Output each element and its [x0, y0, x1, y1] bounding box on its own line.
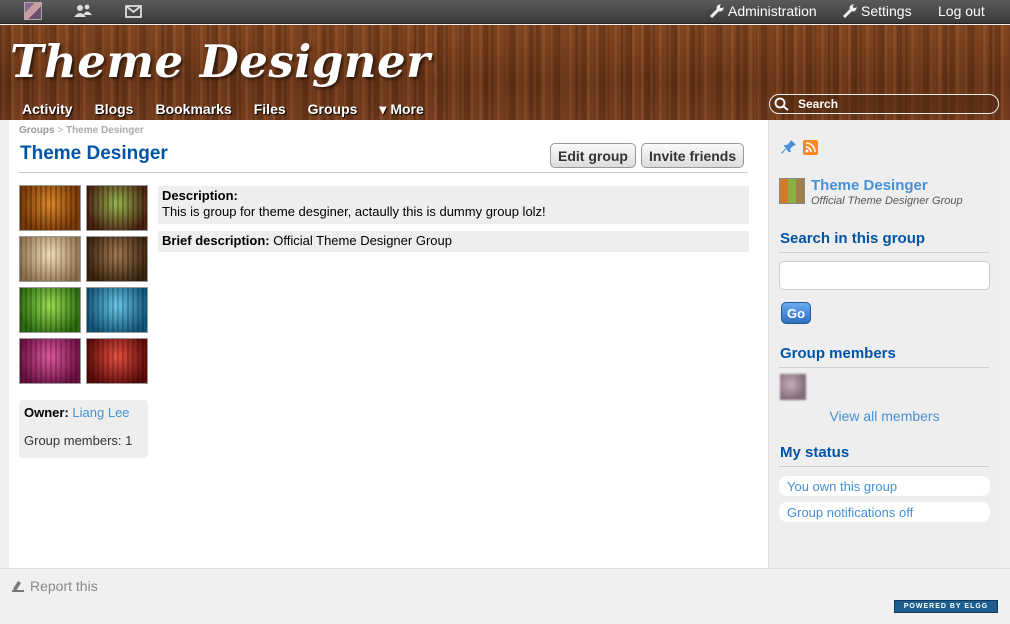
- description-label: Description:: [162, 188, 238, 203]
- group-image: [19, 236, 81, 282]
- status-notifications-link[interactable]: Group notifications off: [779, 502, 990, 522]
- divider: [779, 252, 989, 253]
- owner-box: Owner: Liang Lee Group members: 1: [19, 400, 148, 458]
- group-icon-grid: [19, 185, 149, 384]
- settings-link[interactable]: Settings: [842, 3, 912, 19]
- title-divider: [18, 172, 748, 173]
- group-image: [86, 338, 148, 384]
- group-members-heading: Group members: [780, 345, 896, 362]
- group-image: [19, 287, 81, 333]
- sidebar-tools: [781, 139, 818, 155]
- nav-item-activity[interactable]: Activity: [11, 99, 84, 120]
- description-text: This is group for theme desginer, actaul…: [162, 204, 546, 219]
- invite-friends-button[interactable]: Invite friends: [641, 143, 745, 168]
- powered-by-elgg-badge[interactable]: POWERED BY ELGG: [894, 600, 998, 613]
- member-avatar[interactable]: [780, 374, 806, 400]
- logout-link[interactable]: Log out: [938, 3, 985, 19]
- owner-link[interactable]: Liang Lee: [72, 405, 129, 420]
- settings-label: Settings: [861, 3, 912, 19]
- view-all-members-link[interactable]: View all members: [769, 408, 1000, 424]
- wrench-icon: [709, 4, 724, 19]
- brief-label: Brief description:: [162, 233, 270, 248]
- search-icon: [774, 97, 792, 111]
- group-thumbnail[interactable]: [779, 178, 805, 204]
- member-count: Group members: 1: [24, 433, 133, 448]
- topbar: Administration Settings Log out: [0, 0, 1010, 24]
- footer: Report this POWERED BY ELGG: [0, 568, 1010, 624]
- nav-item-more[interactable]: ▾ More: [368, 99, 434, 120]
- brief-description-box: Brief description: Official Theme Design…: [158, 231, 749, 252]
- owner-label: Owner:: [24, 405, 69, 420]
- user-avatar-icon[interactable]: [24, 2, 42, 20]
- edit-group-button[interactable]: Edit group: [550, 143, 636, 168]
- report-this-link[interactable]: Report this: [11, 578, 98, 594]
- sidebar-group-brief: Official Theme Designer Group: [811, 195, 963, 207]
- breadcrumb-separator: >: [57, 125, 64, 136]
- site-header: Theme Designer Activity Blogs Bookmarks …: [0, 25, 1010, 120]
- group-image: [86, 236, 148, 282]
- breadcrumb-current: Theme Desinger: [65, 125, 144, 136]
- pin-icon[interactable]: [781, 139, 797, 155]
- search-placeholder: Search: [798, 97, 839, 111]
- group-image: [86, 287, 148, 333]
- rss-icon[interactable]: [803, 139, 818, 155]
- my-status-heading: My status: [780, 444, 850, 461]
- sidebar: Theme Desinger Official Theme Designer G…: [768, 120, 999, 568]
- breadcrumb-groups[interactable]: Groups: [19, 125, 55, 136]
- site-title[interactable]: Theme Designer: [10, 35, 430, 88]
- main-nav: Activity Blogs Bookmarks Files Groups ▾ …: [11, 99, 435, 120]
- nav-item-blogs[interactable]: Blogs: [84, 99, 145, 120]
- nav-item-files[interactable]: Files: [243, 99, 297, 120]
- nav-item-bookmarks[interactable]: Bookmarks: [144, 99, 242, 120]
- group-image: [86, 185, 148, 231]
- nav-item-groups[interactable]: Groups: [297, 99, 369, 120]
- page-edge: [999, 120, 1010, 568]
- status-own-group-link[interactable]: You own this group: [779, 476, 990, 496]
- go-button[interactable]: Go: [781, 302, 811, 324]
- main-content: Groups > Theme Desinger Theme Desinger E…: [9, 120, 768, 568]
- site-search-input[interactable]: Search: [769, 94, 999, 114]
- divider: [779, 466, 989, 467]
- description-box: Description: This is group for theme des…: [158, 186, 749, 224]
- search-group-heading: Search in this group: [780, 230, 926, 247]
- sidebar-group-name[interactable]: Theme Desinger: [811, 177, 928, 194]
- friends-icon[interactable]: [74, 2, 92, 20]
- messages-icon[interactable]: [124, 2, 142, 20]
- divider: [779, 367, 989, 368]
- brief-text: Official Theme Designer Group: [273, 233, 452, 248]
- administration-link[interactable]: Administration: [709, 3, 817, 19]
- breadcrumb: Groups > Theme Desinger: [19, 125, 144, 136]
- administration-label: Administration: [728, 3, 817, 19]
- report-icon: [12, 581, 24, 592]
- page-title: Theme Desinger: [20, 143, 168, 164]
- group-search-input[interactable]: [779, 261, 990, 290]
- logout-label: Log out: [938, 3, 985, 19]
- group-image: [19, 338, 81, 384]
- report-label: Report this: [30, 578, 98, 594]
- group-image: [19, 185, 81, 231]
- wrench-icon: [842, 4, 857, 19]
